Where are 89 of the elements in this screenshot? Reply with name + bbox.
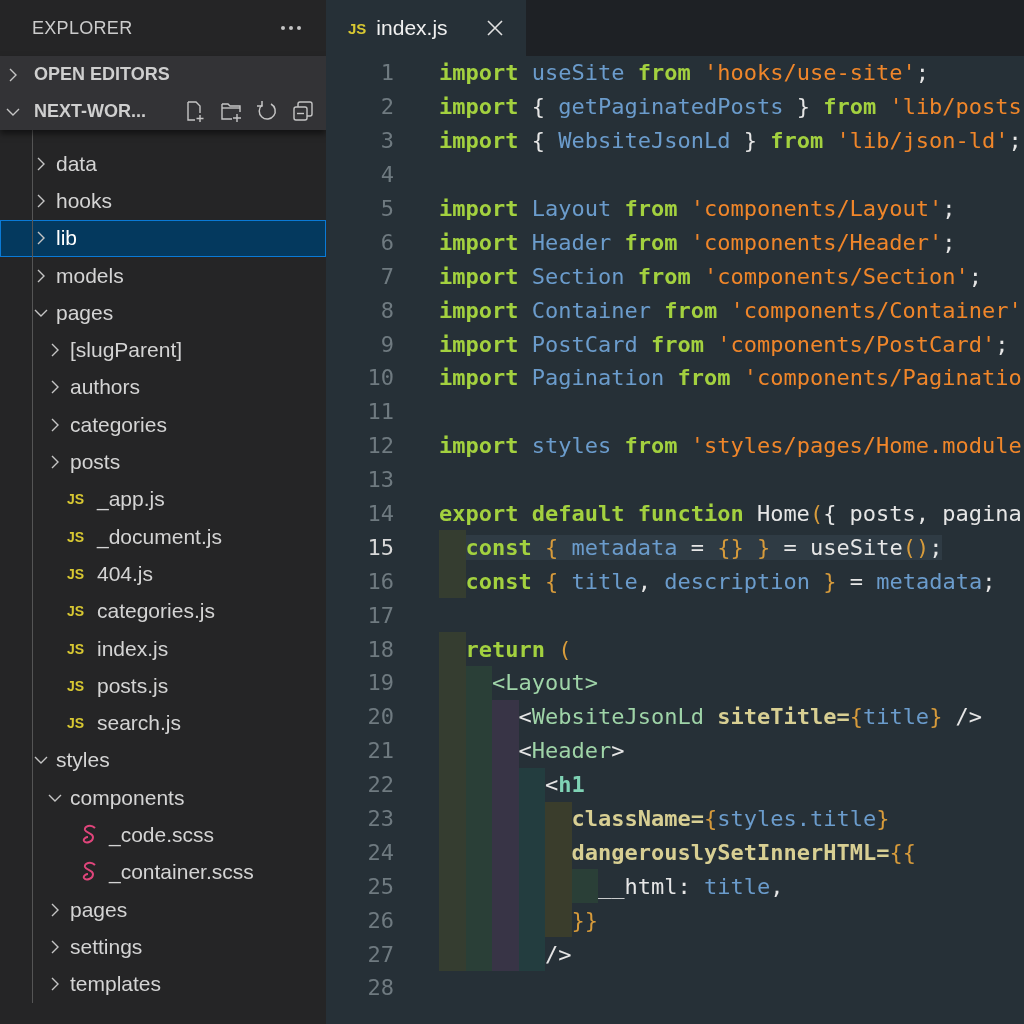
line-number: 24	[366, 839, 394, 865]
code-line: const { title, description } = metadata;	[439, 564, 996, 599]
file-item[interactable]: JS search.js	[0, 704, 326, 742]
line-number: 19	[366, 670, 394, 696]
close-icon[interactable]	[485, 19, 504, 37]
line-number: 17	[366, 602, 394, 628]
code-line: import useSite from 'hooks/use-site';	[439, 59, 930, 88]
line-number: 7	[379, 263, 394, 289]
code-line: import Container from 'components/Container'	[439, 296, 1022, 325]
folder-item[interactable]: [slugParent]	[0, 331, 326, 369]
line-number: 16	[366, 568, 394, 594]
folder-item[interactable]: settings	[0, 928, 326, 966]
js-file-icon: JS	[67, 565, 89, 582]
code-line: import Layout from 'components/Layout';	[439, 195, 956, 223]
section-header[interactable]: OPEN EDITORS	[0, 56, 326, 93]
line-number: 3	[379, 128, 394, 154]
folder-item[interactable]: data	[0, 145, 326, 183]
folder-item[interactable]: authors	[0, 368, 326, 407]
line-number: 22	[366, 772, 394, 798]
code-line: return (	[439, 632, 572, 667]
folder-item[interactable]: lib	[0, 219, 326, 257]
line-number: 11	[366, 399, 394, 425]
panel-title: EXPLORER	[32, 17, 133, 39]
line-number: 6	[379, 229, 394, 255]
code-line: />	[439, 937, 572, 972]
code-line: }}	[439, 903, 598, 938]
folder-item[interactable]: models	[0, 256, 326, 295]
line-number: 15	[366, 534, 394, 560]
folder-item[interactable]: components	[0, 779, 326, 817]
js-file-icon: JS	[67, 528, 89, 545]
file-item[interactable]: JS posts.js	[0, 667, 326, 705]
code-line: import Header from 'components/Header';	[439, 228, 956, 257]
file-item[interactable]: JS index.js	[0, 629, 326, 668]
js-file-icon: JS	[67, 603, 89, 620]
code-line: className={styles.title}	[439, 801, 890, 836]
file-item[interactable]: _container.scss	[0, 853, 326, 891]
file-item[interactable]: JS _document.js	[0, 517, 326, 556]
folder-item[interactable]: pages	[0, 294, 326, 332]
line-number: 13	[366, 467, 394, 493]
line-number: 18	[366, 636, 394, 662]
code-line: <Header>	[439, 733, 625, 768]
line-number: 10	[366, 365, 394, 391]
js-file-icon: JS	[67, 715, 89, 732]
js-file-icon: JS	[67, 640, 89, 657]
code-line: export default function Home({ posts, pagina	[439, 500, 1022, 528]
line-number: 28	[366, 975, 394, 1001]
line-number: 12	[366, 433, 394, 459]
line-number: 20	[366, 704, 394, 730]
code-line: <Layout>	[439, 666, 598, 700]
folder-item[interactable]: hooks	[0, 182, 326, 220]
js-file-icon: JS	[67, 677, 89, 694]
code-line: dangerouslySetInnerHTML={{	[439, 835, 916, 870]
code-line: import Section from 'components/Section';	[439, 262, 983, 291]
code-line: <h1	[439, 767, 585, 802]
code-line: import { WebsiteJsonLd } from 'lib/json-ld';	[439, 127, 1022, 156]
folder-item[interactable]: categories	[0, 406, 326, 444]
file-item[interactable]: JS 404.js	[0, 555, 326, 593]
line-number: 5	[379, 196, 394, 221]
file-item[interactable]: JS categories.js	[0, 592, 326, 630]
line-number: 9	[379, 331, 394, 357]
line-number: 2	[379, 94, 394, 120]
line-number: 26	[366, 907, 394, 933]
line-number: 25	[366, 873, 394, 899]
code-line: import styles from 'styles/pages/Home.module	[439, 432, 1022, 461]
code-line: const { metadata = {} } = useSite();	[439, 530, 943, 565]
js-file-icon: JS	[67, 491, 89, 508]
section-header[interactable]: NEXT-WOR...	[0, 93, 326, 130]
folder-item[interactable]: templates	[0, 965, 326, 1003]
code-line: <WebsiteJsonLd siteTitle={title} />	[439, 699, 983, 734]
line-number: 1	[379, 60, 394, 86]
line-number: 23	[366, 806, 394, 832]
file-item[interactable]: _code.scss	[0, 816, 326, 854]
code-line: import Pagination from 'components/Paginatio	[439, 364, 1022, 393]
line-number: 8	[379, 297, 394, 323]
line-number: 4	[379, 162, 394, 188]
js-file-icon: JS	[348, 19, 367, 37]
more-icon[interactable]	[280, 25, 302, 31]
collapse-all-icon[interactable]	[292, 99, 316, 124]
code-line: import { getPaginatedPosts } from 'lib/posts	[439, 93, 1022, 122]
code-line: __html: title,	[439, 869, 784, 904]
folder-item[interactable]: posts	[0, 443, 326, 481]
folder-item[interactable]: styles	[0, 741, 326, 780]
line-number: 21	[366, 738, 394, 764]
file-item[interactable]: JS _app.js	[0, 480, 326, 518]
folder-item[interactable]: pages	[0, 890, 326, 929]
editor-tab[interactable]: JS index.js	[326, 0, 526, 56]
line-number: 27	[366, 941, 394, 967]
line-number: 14	[366, 501, 394, 526]
code-line: import PostCard from 'components/PostCard';	[439, 330, 1009, 359]
